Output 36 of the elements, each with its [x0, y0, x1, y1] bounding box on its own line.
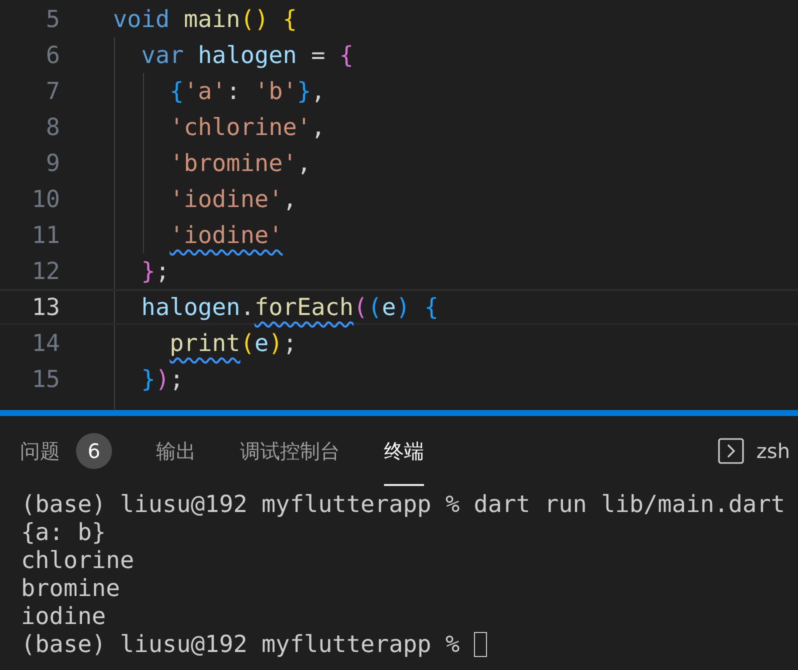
line-number: 14 — [30, 328, 60, 359]
shell-name[interactable]: zsh — [756, 439, 790, 463]
line-number: 13 — [30, 292, 60, 323]
line-number: 10 — [30, 184, 60, 215]
code-line: halogen.forEach((e) { — [140, 292, 438, 323]
line-number: 5 — [44, 4, 60, 35]
terminal-line: {a: b} — [21, 518, 106, 546]
terminal-cursor — [474, 632, 487, 656]
panel-tab[interactable]: 问题 6 — [20, 416, 112, 486]
code-line: }); — [140, 364, 184, 395]
line-number: 9 — [44, 148, 60, 179]
terminal-line: (base) liusu@192 myflutterapp % dart run lib/main.dart — [21, 490, 786, 518]
line-number: 8 — [44, 112, 60, 143]
code-line: 'iodine', — [168, 184, 297, 215]
line-number: 12 — [30, 256, 60, 287]
code-line: 'chlorine', — [168, 112, 326, 143]
terminal-line: iodine — [21, 602, 106, 630]
panel-tab[interactable]: 输出 — [156, 416, 196, 486]
code-line: var halogen = { — [140, 40, 354, 71]
line-number: 6 — [44, 40, 60, 71]
code-line: print(e); — [168, 328, 297, 359]
line-number: 11 — [30, 220, 60, 251]
panel-tab[interactable]: 调试控制台 — [240, 416, 340, 486]
panel-tab[interactable]: 终端 — [384, 416, 424, 486]
count-badge: 6 — [76, 433, 112, 469]
code-line: {'a': 'b'}, — [168, 76, 326, 107]
code-line: }; — [140, 256, 170, 287]
terminal-line: chlorine — [21, 546, 134, 574]
code-line: 'bromine', — [168, 148, 312, 179]
terminal-icon[interactable] — [718, 438, 744, 464]
line-number: 15 — [30, 364, 60, 395]
line-number: 7 — [44, 76, 60, 107]
code-line: 'iodine' — [168, 220, 283, 251]
code-line: void main() { — [113, 4, 297, 35]
terminal-line: bromine — [21, 574, 120, 602]
terminal-line: (base) liusu@192 myflutterapp % — [21, 630, 461, 658]
